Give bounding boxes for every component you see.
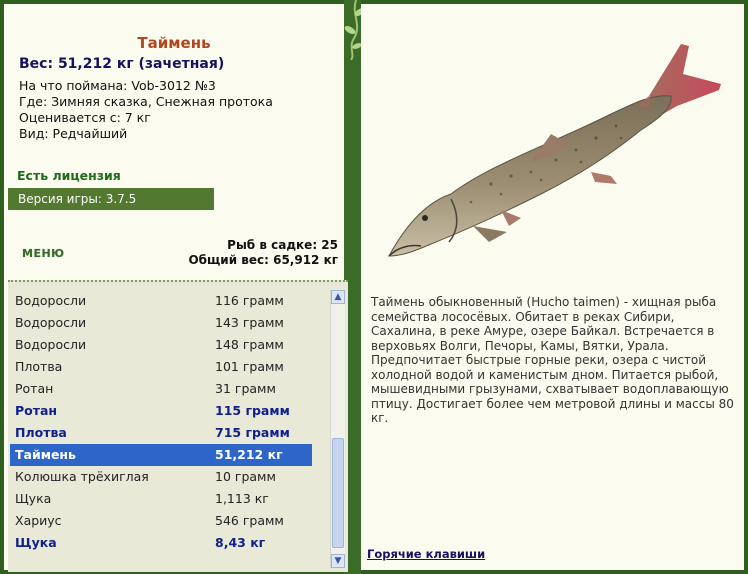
- catch-fish-name: Щука: [15, 491, 52, 506]
- catch-list-item[interactable]: Ротан 31 грамм: [10, 378, 312, 400]
- catch-fish-weight: 8,43 кг: [215, 535, 266, 550]
- catch-list-item[interactable]: Плотва 101 грамм: [10, 356, 312, 378]
- fish-description: Таймень обыкновенный (Hucho taimen) - хи…: [371, 295, 734, 425]
- caught-where: Где: Зимняя сказка, Снежная протока: [19, 94, 273, 109]
- fish-title: Таймень: [137, 34, 211, 52]
- catch-list-item[interactable]: Хариус 546 грамм: [10, 510, 312, 532]
- catch-fish-name: Ротан: [15, 403, 58, 418]
- caught-with: На что поймана: Vob-3012 №3: [19, 78, 216, 93]
- catch-fish-name: Хариус: [15, 513, 62, 528]
- catch-list-item[interactable]: Водоросли 116 грамм: [10, 290, 312, 312]
- catch-list-item[interactable]: Щука 1,113 кг: [10, 488, 312, 510]
- catch-fish-weight: 115 грамм: [215, 403, 290, 418]
- catch-fish-name: Колюшка трёхиглая: [15, 469, 149, 484]
- scroll-down-arrow[interactable]: ▼: [331, 554, 345, 568]
- catch-fish-weight: 148 грамм: [215, 337, 284, 352]
- catch-list: Водоросли 116 грамм Водоросли 143 грамм Водо…: [8, 280, 348, 572]
- catch-fish-name: Водоросли: [15, 315, 87, 330]
- hotkeys-link[interactable]: Горячие клавиши: [367, 547, 485, 561]
- catch-fish-name: Ротан: [15, 381, 54, 396]
- catch-list-item[interactable]: Колюшка трёхиглая 10 грамм: [10, 466, 312, 488]
- catch-info-panel: Таймень Вес: 51,212 кг (зачетная) На что…: [4, 4, 348, 572]
- catch-fish-weight: 143 грамм: [215, 315, 284, 330]
- scrollbar-thumb[interactable]: [332, 438, 344, 548]
- catch-fish-weight: 1,113 кг: [215, 491, 269, 506]
- list-scrollbar[interactable]: ▲ ▼: [330, 290, 345, 568]
- catch-fish-name: Водоросли: [15, 293, 87, 308]
- keepnet-count: Рыб в садке: 25: [227, 238, 338, 252]
- catch-fish-name: Таймень: [15, 447, 76, 462]
- catch-fish-weight: 10 грамм: [215, 469, 276, 484]
- catch-fish-weight: 715 грамм: [215, 425, 290, 440]
- catch-list-item[interactable]: Водоросли 148 грамм: [10, 334, 312, 356]
- license-status: Есть лицензия: [17, 168, 121, 183]
- catch-list-item[interactable]: Плотва 715 грамм: [10, 422, 312, 444]
- taimen-fish-image: [388, 44, 721, 257]
- catch-fish-weight: 51,212 кг: [215, 447, 283, 462]
- fish-weight: Вес: 51,212 кг (зачетная): [19, 56, 225, 72]
- catch-fish-weight: 116 грамм: [215, 293, 284, 308]
- catch-list-item[interactable]: Таймень 51,212 кг: [10, 444, 312, 466]
- menu-button[interactable]: МЕНЮ: [22, 247, 65, 260]
- catch-list-item[interactable]: Щука 8,43 кг: [10, 532, 312, 554]
- fish-description-panel: Таймень обыкновенный (Hucho taimen) - хи…: [361, 4, 744, 570]
- catch-fish-weight: 31 грамм: [215, 381, 276, 396]
- catch-fish-weight: 101 грамм: [215, 359, 284, 374]
- catch-list-item[interactable]: Ротан 115 грамм: [10, 400, 312, 422]
- catch-fish-weight: 546 грамм: [215, 513, 284, 528]
- keepnet-summary: Рыб в садке: 25 Общий вес: 65,912 кг: [188, 238, 338, 268]
- fish-species-rarity: Вид: Редчайший: [19, 126, 128, 141]
- game-version: Версия игры: 3.7.5: [8, 188, 214, 210]
- catch-list-item[interactable]: Водоросли 143 грамм: [10, 312, 312, 334]
- scroll-up-arrow[interactable]: ▲: [331, 290, 345, 304]
- catch-fish-name: Плотва: [15, 359, 63, 374]
- catch-fish-name: Плотва: [15, 425, 67, 440]
- catch-fish-name: Водоросли: [15, 337, 87, 352]
- catch-fish-name: Щука: [15, 535, 57, 550]
- keepnet-total-weight: Общий вес: 65,912 кг: [188, 253, 338, 267]
- valued-from: Оценивается с: 7 кг: [19, 110, 151, 125]
